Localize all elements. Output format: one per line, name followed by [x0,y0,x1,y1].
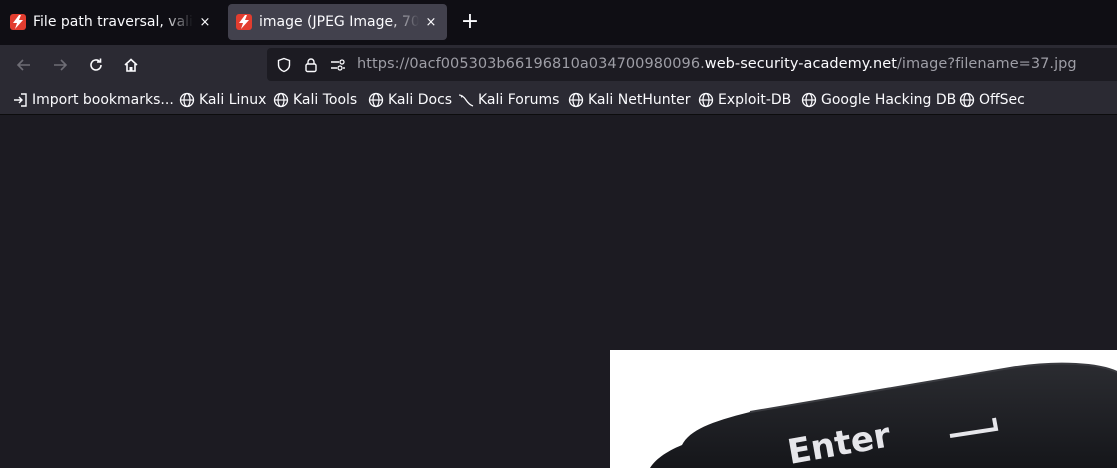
bookmark-exploit-db[interactable]: Exploit-DB [698,91,791,109]
url-text[interactable]: https://0acf005303b66196810a034700980096… [357,56,1077,72]
home-icon [124,58,138,72]
reload-button[interactable] [84,53,108,77]
tracking-protection-shield-icon[interactable] [275,56,293,74]
tab-image-jpeg[interactable]: image (JPEG Image, 700 × × [228,4,447,40]
browser-window: File path traversal, validat × image (JP… [0,0,1117,468]
new-tab-button[interactable]: + [458,10,482,34]
bookmark-label: Kali Forums [478,92,560,108]
tab-title: File path traversal, validat [33,14,193,30]
bookmark-label: Exploit-DB [718,92,792,108]
bookmarks-toolbar: Import bookmarks... Kali Linux Kali Tool… [0,85,1117,115]
bookmark-label: Import bookmarks... [32,92,174,108]
globe-icon [568,92,584,108]
bookmark-label: Kali Docs [388,92,453,108]
home-button[interactable] [119,53,143,77]
bookmark-label: Kali Linux [199,92,267,108]
url-scheme-subdomain: https://0acf005303b66196810a034700980096… [357,56,705,72]
bookmark-label: OffSec [979,92,1025,108]
bookmark-label: Kali Tools [293,92,358,108]
import-icon [12,92,28,108]
tab-title: image (JPEG Image, 700 × [259,14,419,30]
url-bar[interactable]: https://0acf005303b66196810a034700980096… [267,48,1117,81]
bookmark-kali-forums[interactable]: Kali Forums [458,91,559,109]
jpeg-image[interactable]: Enter [610,350,1117,468]
permissions-icon[interactable] [329,56,347,74]
back-arrow-icon [16,59,30,71]
image-viewer: Enter [0,116,1117,468]
navigation-toolbar: https://0acf005303b66196810a034700980096… [0,45,1117,85]
lightning-favicon-icon [10,14,26,30]
forward-button[interactable] [48,53,72,77]
bookmark-kali-linux[interactable]: Kali Linux [179,91,266,109]
globe-icon [698,92,714,108]
back-button[interactable] [12,53,36,77]
url-domain: web-security-academy.net [704,56,897,72]
url-path: /image?filename=37.jpg [896,56,1077,72]
globe-icon [801,92,817,108]
bookmark-offsec[interactable]: OffSec [959,91,1025,109]
bookmark-label: Kali NetHunter [588,92,691,108]
globe-icon [368,92,384,108]
close-tab-icon[interactable]: × [197,14,213,30]
bookmark-kali-nethunter[interactable]: Kali NetHunter [568,91,690,109]
bookmark-kali-tools[interactable]: Kali Tools [273,91,357,109]
bookmark-google-hacking-db[interactable]: Google Hacking DB [801,91,956,109]
lock-icon[interactable] [302,56,320,74]
kali-dragon-icon [458,92,474,108]
bookmark-import[interactable]: Import bookmarks... [12,91,174,109]
forward-arrow-icon [54,59,68,71]
close-tab-icon[interactable]: × [423,14,439,30]
lightning-favicon-icon [236,14,252,30]
bookmark-kali-docs[interactable]: Kali Docs [368,91,452,109]
globe-icon [179,92,195,108]
reload-icon [90,58,102,71]
globe-icon [959,92,975,108]
globe-icon [273,92,289,108]
enter-key-photo: Enter [610,350,1117,468]
tab-strip: File path traversal, validat × image (JP… [0,0,1117,45]
tab-file-path-traversal[interactable]: File path traversal, validat × [2,4,221,40]
bookmark-label: Google Hacking DB [821,92,957,108]
